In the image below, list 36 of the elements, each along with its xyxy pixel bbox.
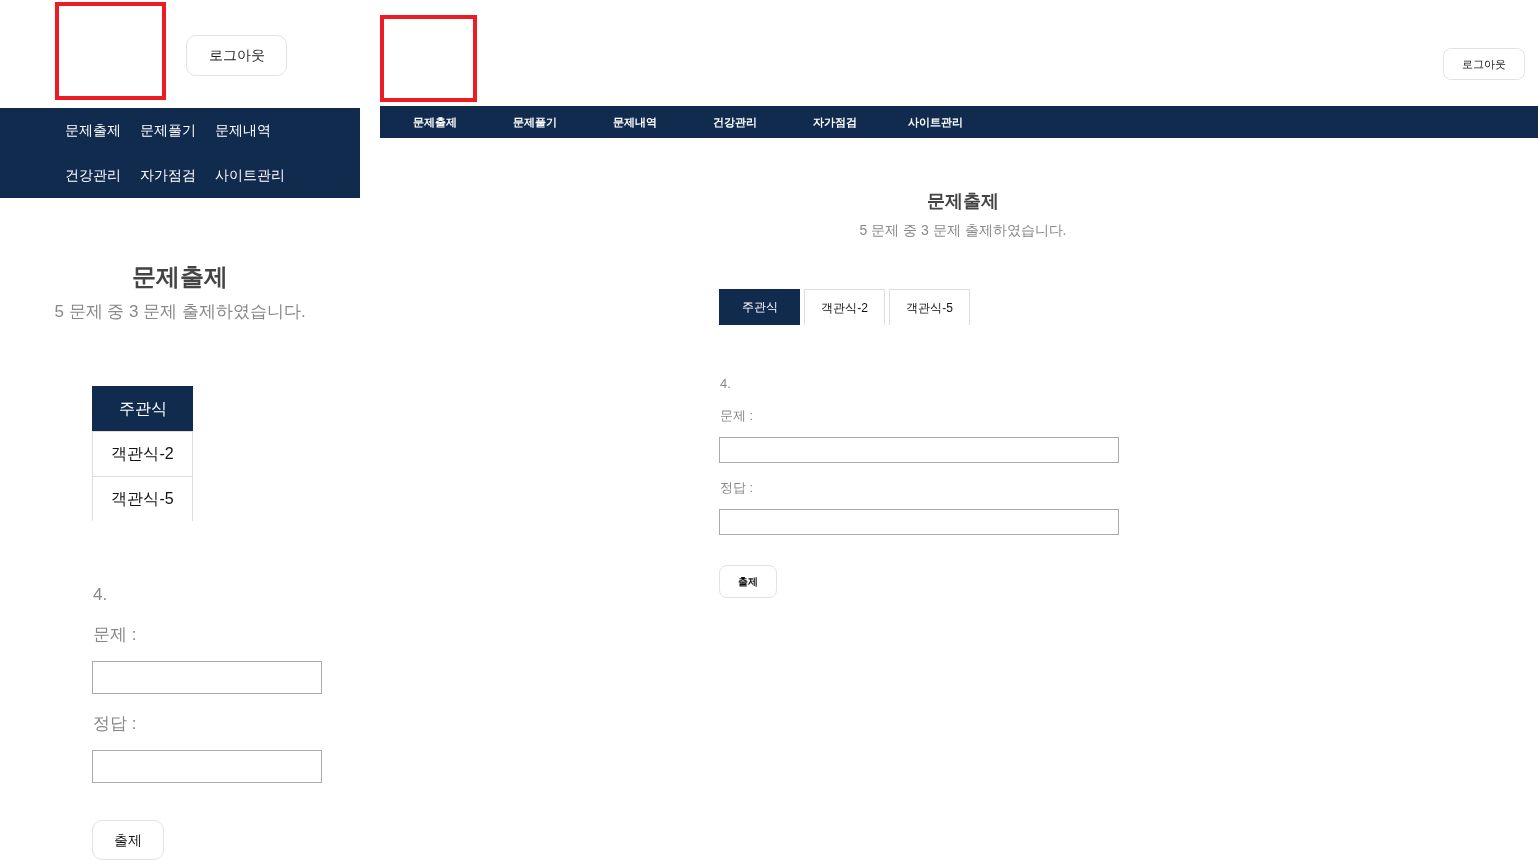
submit-button[interactable]: 출제 xyxy=(92,820,164,860)
page-title: 문제출제 xyxy=(132,262,228,292)
progress-text: 5 문제 중 3 문제 출제하였습니다. xyxy=(54,301,306,323)
question-tab[interactable]: 주관식 xyxy=(719,289,800,325)
nav-link[interactable]: 자가점검 xyxy=(140,165,196,186)
question-number: 4. xyxy=(720,375,731,393)
nav-link[interactable]: 문제출제 xyxy=(385,113,485,131)
question-tab[interactable]: 객관식-2 xyxy=(92,431,193,476)
input-field[interactable] xyxy=(719,509,1119,535)
question-number: 4. xyxy=(93,584,108,606)
nav-link[interactable]: 문제풀기 xyxy=(140,120,196,141)
question-tab[interactable]: 객관식-5 xyxy=(889,289,970,325)
nav-link[interactable]: 문제내역 xyxy=(585,113,685,131)
question-tab[interactable]: 객관식-2 xyxy=(804,289,885,325)
nav-link[interactable]: 사이트관리 xyxy=(215,165,285,186)
input-field[interactable] xyxy=(92,661,322,694)
field-label: 문제 : xyxy=(720,407,754,425)
input-field[interactable] xyxy=(92,750,322,783)
nav-link[interactable]: 문제출제 xyxy=(65,120,121,141)
field-label: 문제 : xyxy=(93,624,137,646)
nav-link[interactable]: 건강관리 xyxy=(65,165,121,186)
nav-link[interactable]: 건강관리 xyxy=(685,113,785,131)
nav-link[interactable]: 문제풀기 xyxy=(485,113,585,131)
logout-button[interactable]: 로그아웃 xyxy=(186,35,287,76)
submit-button[interactable]: 출제 xyxy=(719,565,777,598)
input-field[interactable] xyxy=(719,437,1119,463)
question-tab[interactable]: 주관식 xyxy=(92,386,193,431)
field-label: 정답 : xyxy=(720,479,754,497)
question-tab[interactable]: 객관식-5 xyxy=(92,476,193,521)
progress-text: 5 문제 중 3 문제 출제하였습니다. xyxy=(859,221,1067,240)
nav-link[interactable]: 자가점검 xyxy=(785,113,885,131)
page-title: 문제출제 xyxy=(927,190,999,213)
logout-button[interactable]: 로그아웃 xyxy=(1443,48,1525,80)
nav-link[interactable]: 문제내역 xyxy=(215,120,271,141)
field-label: 정답 : xyxy=(93,713,137,735)
nav-link[interactable]: 사이트관리 xyxy=(885,113,985,131)
